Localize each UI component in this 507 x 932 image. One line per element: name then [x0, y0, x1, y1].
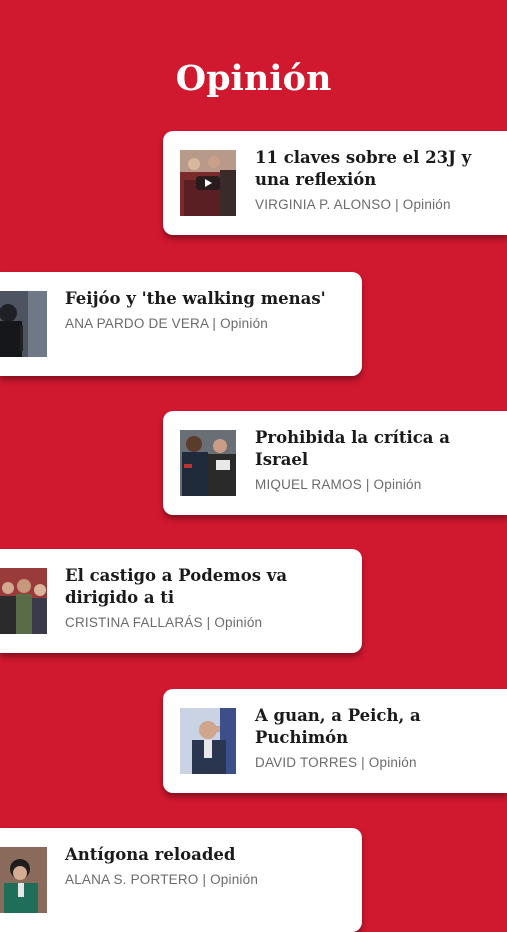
- article-byline: DAVID TORRES | Opinión: [255, 755, 497, 770]
- article-card[interactable]: A guan, a Peich, a Puchimón DAVID TORRES…: [163, 689, 507, 793]
- article-headline[interactable]: Antígona reloaded: [65, 844, 352, 866]
- author-name[interactable]: ALANA S. PORTERO: [65, 872, 199, 887]
- byline-separator: |: [198, 872, 211, 887]
- article-headline[interactable]: El castigo a Podemos va dirigido a ti: [65, 565, 352, 609]
- byline-separator: |: [202, 615, 215, 630]
- article-thumbnail[interactable]: [0, 847, 47, 913]
- portrait-image: [0, 291, 47, 357]
- article-card[interactable]: Prohibida la crítica a Israel MIQUEL RAM…: [163, 411, 507, 515]
- article-category[interactable]: Opinión: [210, 872, 258, 887]
- section-title: Opinión: [175, 58, 332, 99]
- byline-separator: |: [208, 316, 221, 331]
- article-card[interactable]: El castigo a Podemos va dirigido a ti CR…: [0, 549, 362, 653]
- article-byline: MIQUEL RAMOS | Opinión: [255, 477, 497, 492]
- article-thumbnail[interactable]: [180, 430, 236, 496]
- article-category[interactable]: Opinión: [369, 755, 417, 770]
- politician-photo-image: [180, 708, 236, 774]
- article-category[interactable]: Opinión: [220, 316, 268, 331]
- article-byline: VIRGINIA P. ALONSO | Opinión: [255, 197, 497, 212]
- article-category[interactable]: Opinión: [374, 477, 422, 492]
- author-name[interactable]: ANA PARDO DE VERA: [65, 316, 208, 331]
- article-headline[interactable]: Prohibida la crítica a Israel: [255, 427, 497, 471]
- article-thumbnail[interactable]: [180, 150, 236, 216]
- byline-separator: |: [391, 197, 403, 212]
- article-byline: CRISTINA FALLARÁS | Opinión: [65, 615, 352, 630]
- crowd-photo-image: [0, 568, 47, 634]
- byline-separator: |: [361, 477, 374, 492]
- byline-separator: |: [357, 755, 369, 770]
- article-card[interactable]: Feijóo y 'the walking menas' ANA PARDO D…: [0, 272, 362, 376]
- article-byline: ALANA S. PORTERO | Opinión: [65, 872, 352, 887]
- article-card[interactable]: 11 claves sobre el 23J y una reflexión V…: [163, 131, 507, 235]
- author-name[interactable]: VIRGINIA P. ALONSO: [255, 197, 391, 212]
- article-headline[interactable]: 11 claves sobre el 23J y una reflexión: [255, 147, 497, 191]
- article-headline[interactable]: A guan, a Peich, a Puchimón: [255, 705, 497, 749]
- article-thumbnail[interactable]: [0, 291, 47, 357]
- author-name[interactable]: CRISTINA FALLARÁS: [65, 615, 203, 630]
- article-headline[interactable]: Feijóo y 'the walking menas': [65, 288, 352, 310]
- author-name[interactable]: MIQUEL RAMOS: [255, 477, 362, 492]
- article-card[interactable]: Antígona reloaded ALANA S. PORTERO | Opi…: [0, 828, 362, 932]
- article-category[interactable]: Opinión: [214, 615, 262, 630]
- article-thumbnail[interactable]: [180, 708, 236, 774]
- article-category[interactable]: Opinión: [403, 197, 451, 212]
- article-byline: ANA PARDO DE VERA | Opinión: [65, 316, 352, 331]
- article-thumbnail[interactable]: [0, 568, 47, 634]
- author-name[interactable]: DAVID TORRES: [255, 755, 357, 770]
- video-thumbnail-image: [180, 150, 236, 216]
- protest-photo-image: [180, 430, 236, 496]
- speaker-photo-image: [0, 847, 47, 913]
